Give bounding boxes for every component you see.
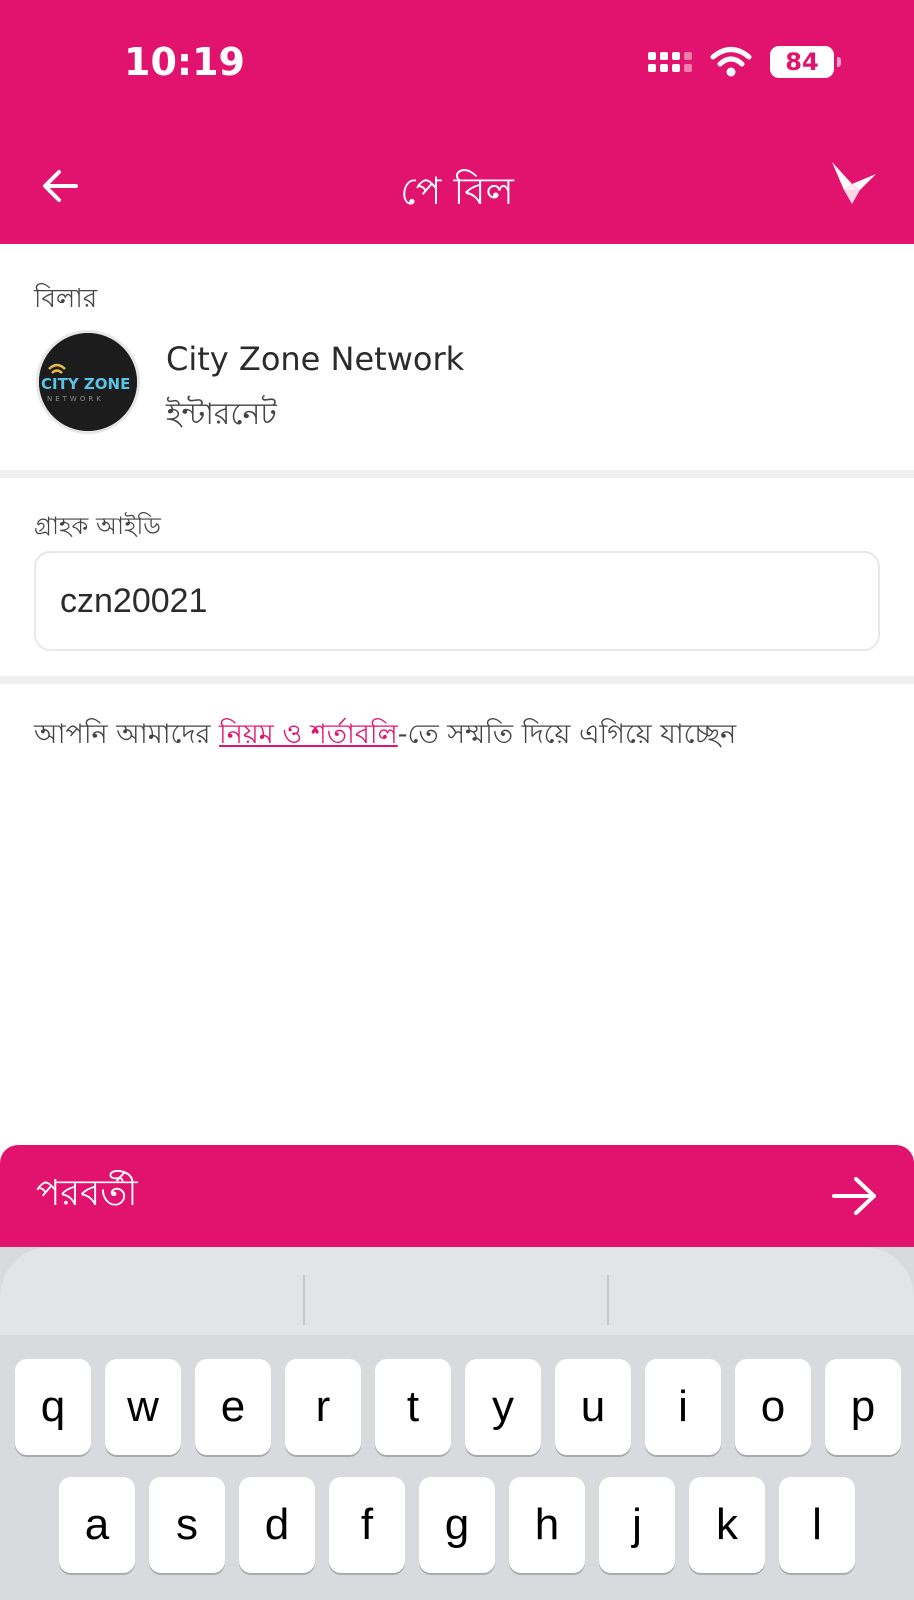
suggestion-separator <box>303 1275 305 1325</box>
biller-name: City Zone Network <box>166 340 465 378</box>
terms-link[interactable]: নিয়ম ও শর্তাবলি <box>219 719 398 750</box>
status-time: 10:19 <box>124 40 245 84</box>
key-p[interactable]: p <box>825 1359 901 1455</box>
key-f[interactable]: f <box>329 1477 405 1573</box>
biller-label: বিলার <box>34 284 98 314</box>
key-k[interactable]: k <box>689 1477 765 1573</box>
key-r[interactable]: r <box>285 1359 361 1455</box>
on-screen-keyboard: qwertyuiop asdfghjkl <box>0 1247 914 1600</box>
section-divider <box>0 470 914 478</box>
key-u[interactable]: u <box>555 1359 631 1455</box>
key-s[interactable]: s <box>149 1477 225 1573</box>
terms-prefix: আপনি আমাদের <box>34 719 220 750</box>
next-button-label: পরবর্তী <box>36 1173 138 1214</box>
key-g[interactable]: g <box>419 1477 495 1573</box>
customer-id-input[interactable] <box>34 551 880 651</box>
battery-icon: 84 <box>770 46 841 78</box>
logo-text-network: NETWORK <box>47 395 104 403</box>
wifi-icon <box>710 47 752 77</box>
key-o[interactable]: o <box>735 1359 811 1455</box>
page-title: পে বিল <box>400 169 514 213</box>
section-divider <box>0 676 914 684</box>
key-a[interactable]: a <box>59 1477 135 1573</box>
status-icons: 84 <box>648 44 841 80</box>
bkash-bird-logo-icon[interactable] <box>830 160 880 208</box>
key-i[interactable]: i <box>645 1359 721 1455</box>
city-zone-logo-icon: CITY ZONE NETWORK <box>39 333 137 431</box>
key-w[interactable]: w <box>105 1359 181 1455</box>
terms-text: আপনি আমাদের নিয়ম ও শর্তাবলি-তে সম্মতি দ… <box>34 714 736 759</box>
key-h[interactable]: h <box>509 1477 585 1573</box>
key-q[interactable]: q <box>15 1359 91 1455</box>
suggestion-separator <box>607 1275 609 1325</box>
customer-id-label: গ্রাহক আইডি <box>34 512 161 540</box>
biller-logo: CITY ZONE NETWORK <box>36 330 140 434</box>
arrow-right-icon <box>832 1177 876 1215</box>
next-button[interactable]: পরবর্তী <box>0 1145 914 1247</box>
biller-category: ইন্টারনেট <box>166 397 277 432</box>
key-j[interactable]: j <box>599 1477 675 1573</box>
logo-text-city: CITY ZONE <box>41 375 130 393</box>
keyboard-suggestion-bar <box>0 1247 914 1335</box>
key-d[interactable]: d <box>239 1477 315 1573</box>
battery-level: 84 <box>785 48 819 76</box>
terms-suffix: -তে সম্মতি দিয়ে এগিয়ে যাচ্ছেন <box>397 719 737 750</box>
key-e[interactable]: e <box>195 1359 271 1455</box>
key-l[interactable]: l <box>779 1477 855 1573</box>
app-header: 10:19 84 পে বিল <box>0 0 914 244</box>
cellular-signal-icon <box>648 52 692 72</box>
key-t[interactable]: t <box>375 1359 451 1455</box>
key-y[interactable]: y <box>465 1359 541 1455</box>
